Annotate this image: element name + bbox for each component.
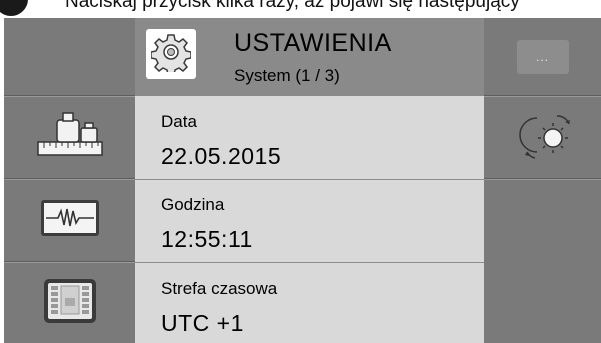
settings-header: USTAWIENIA System (1 / 3) bbox=[135, 18, 484, 96]
instruction-strip: Naciskaj przycisk kilka razy, aż pojawi … bbox=[0, 0, 601, 18]
setting-value: 22.05.2015 bbox=[161, 143, 282, 169]
weighing-button[interactable] bbox=[4, 97, 135, 178]
gear-icon bbox=[150, 32, 192, 77]
setting-row-date[interactable]: Data 22.05.2015 bbox=[135, 96, 484, 179]
more-label: ... bbox=[535, 49, 549, 64]
setting-label: Data bbox=[161, 112, 197, 131]
setting-value: 12:55:11 bbox=[161, 226, 253, 252]
step-bullet bbox=[0, 0, 28, 16]
day-night-icon bbox=[513, 108, 573, 167]
display-icon bbox=[43, 278, 97, 329]
signal-button[interactable] bbox=[4, 180, 135, 261]
weights-ruler-icon bbox=[36, 109, 103, 166]
setting-row-timezone[interactable]: Strefa czasowa UTC +1 bbox=[135, 263, 484, 343]
settings-list: Data 22.05.2015 Godzina 12:55:11 Strefa … bbox=[135, 96, 484, 343]
page-subtitle: System (1 / 3) bbox=[234, 66, 340, 85]
setting-value: UTC +1 bbox=[161, 310, 244, 336]
day-night-button[interactable] bbox=[484, 97, 601, 178]
more-icon: ... bbox=[516, 39, 569, 74]
setting-row-time[interactable]: Godzina 12:55:11 bbox=[135, 180, 484, 262]
right-button-empty bbox=[484, 180, 601, 343]
setting-label: Godzina bbox=[161, 195, 225, 214]
setting-label: Strefa czasowa bbox=[161, 279, 278, 298]
gear-icon-box bbox=[146, 29, 196, 79]
waveform-icon bbox=[40, 199, 100, 242]
page-title: USTAWIENIA bbox=[234, 29, 392, 57]
instruction-text: Naciskaj przycisk kilka razy, aż pojawi … bbox=[65, 0, 520, 12]
more-button[interactable]: ... bbox=[484, 18, 601, 95]
device-screen: ... USTAWIENIA System (1 / 3) Data 22.05… bbox=[4, 18, 601, 343]
display-button[interactable] bbox=[4, 263, 135, 343]
left-button-empty bbox=[4, 18, 135, 95]
